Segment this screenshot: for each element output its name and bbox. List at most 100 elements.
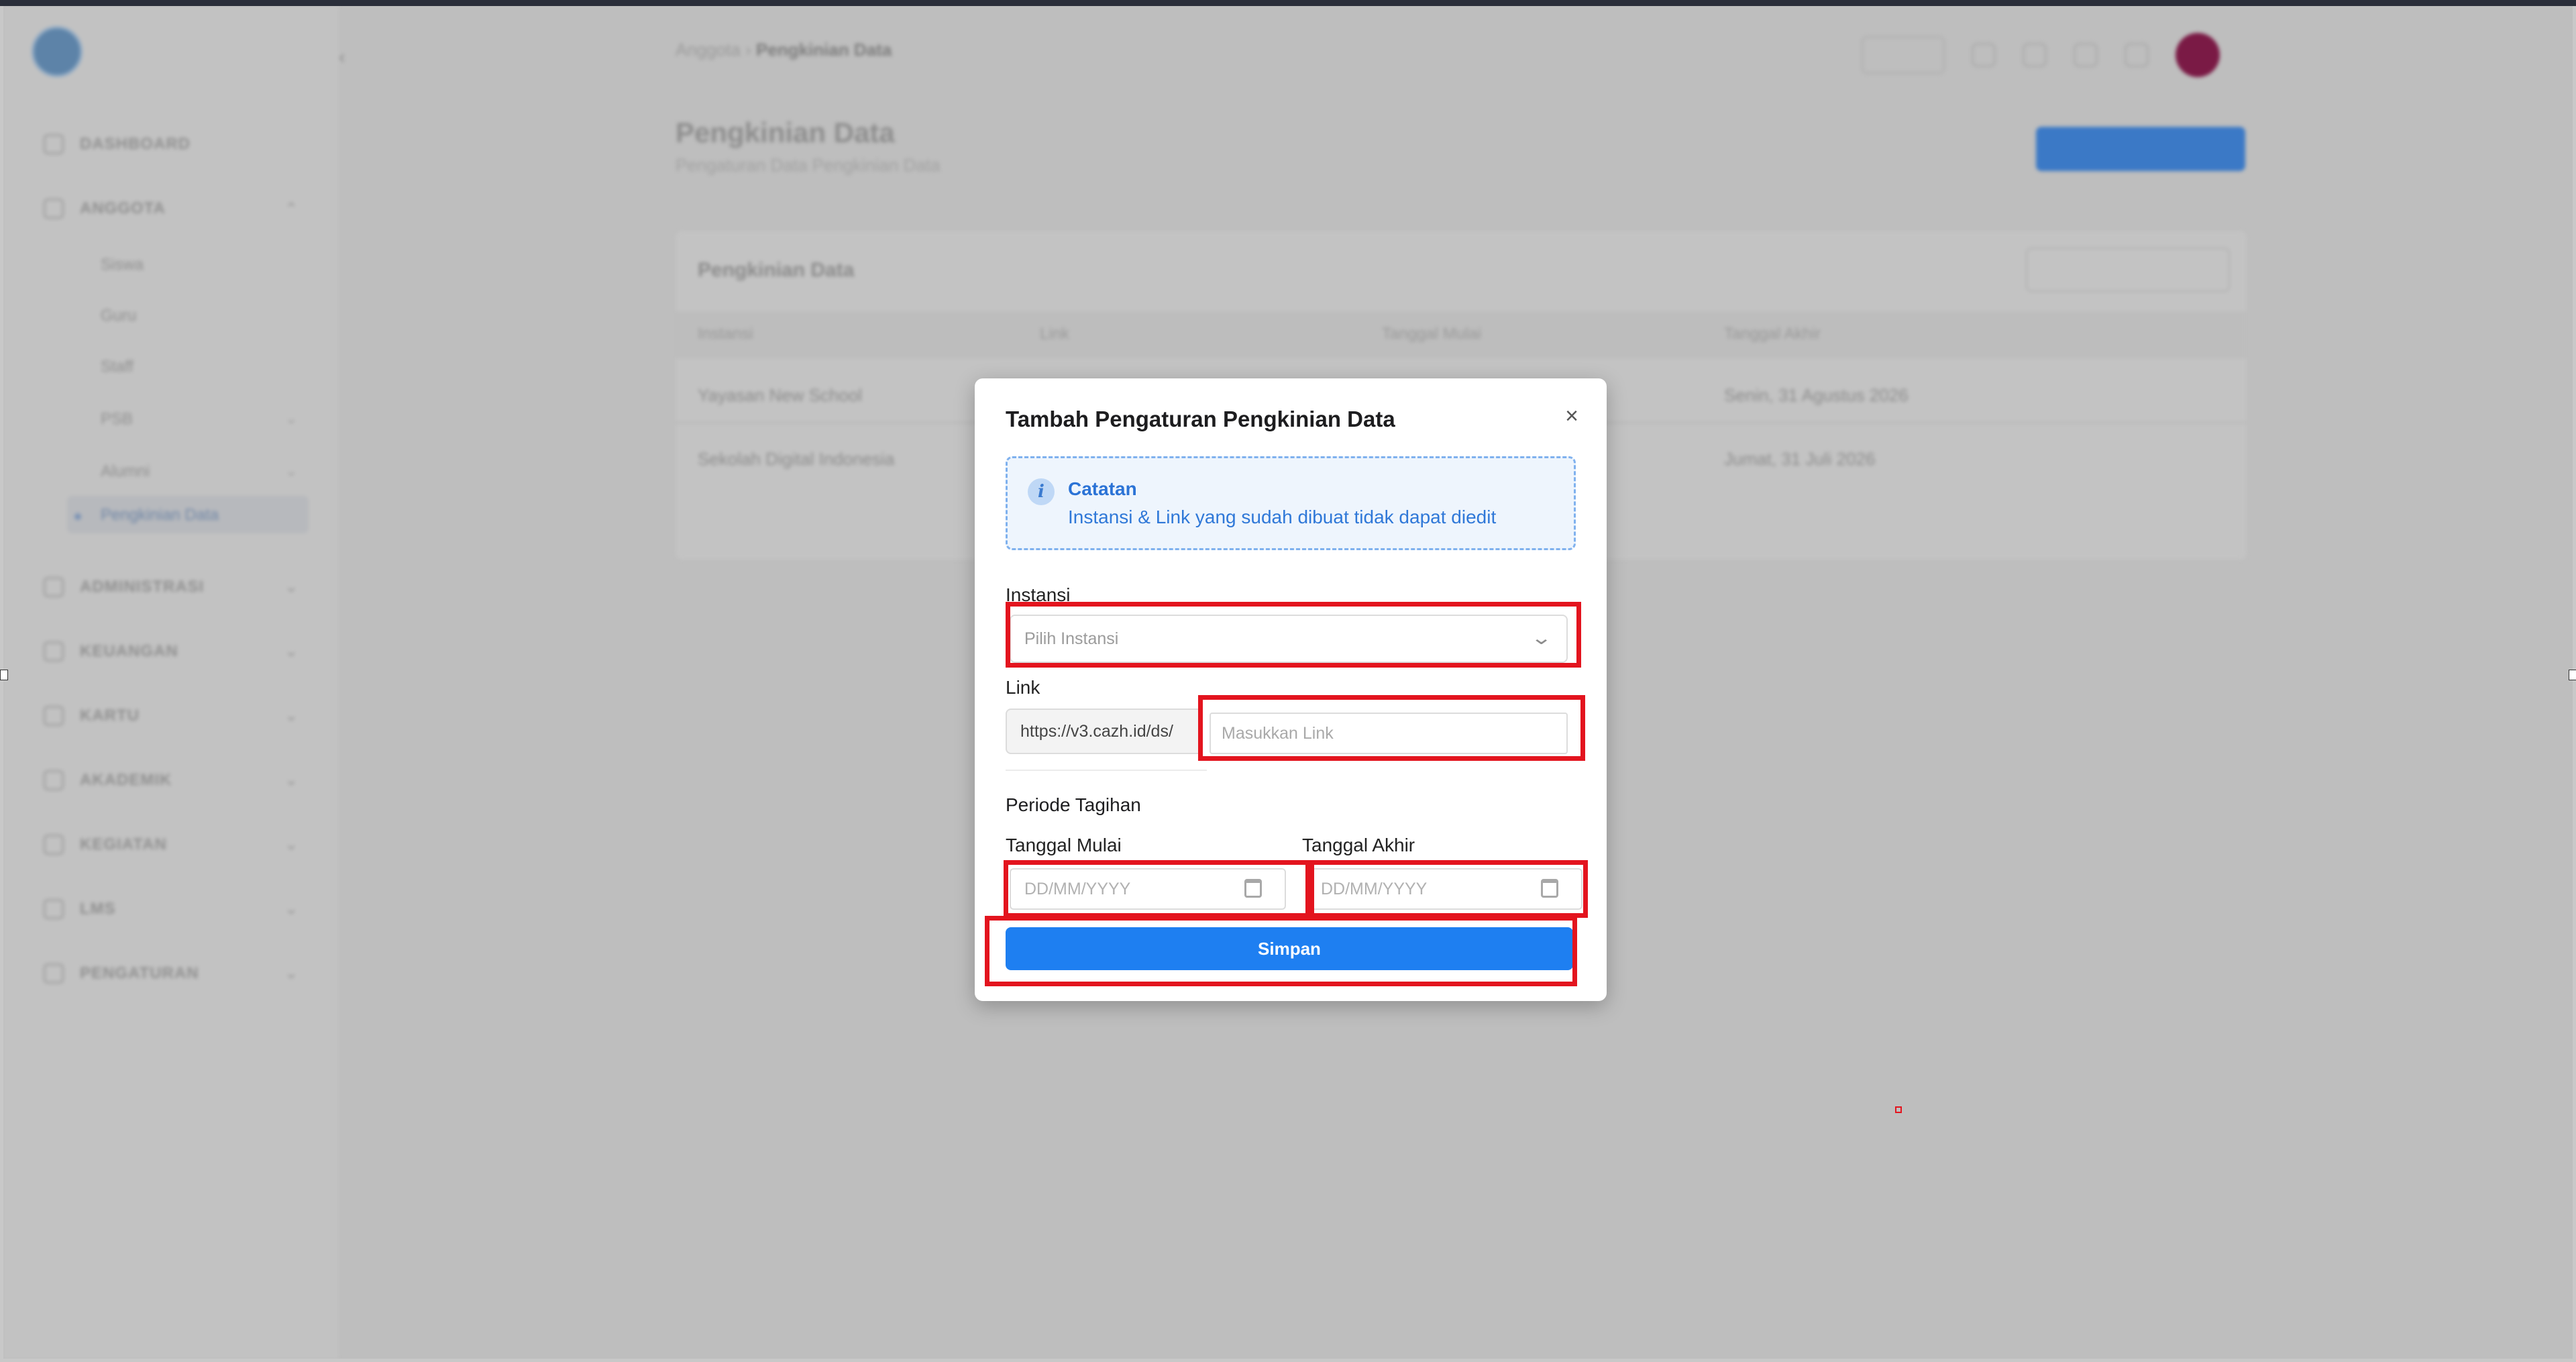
card-title: Pengkinian Data <box>698 259 855 281</box>
chevron-down-icon: ⌄ <box>285 772 299 788</box>
table-cell-tanggal-akhir: Jumat, 31 Juli 2026 <box>1724 449 1876 469</box>
column-header-tanggal-akhir[interactable]: Tanggal Akhir <box>1724 325 1821 344</box>
gear-icon <box>44 963 64 984</box>
sidebar-subitem-siswa[interactable]: Siswa <box>101 256 144 274</box>
link-label: Link <box>1006 677 1040 698</box>
sidebar-subitem-staff[interactable]: Staff <box>101 358 133 376</box>
sidebar-item-label: ADMINISTRASI <box>80 578 205 596</box>
chat-icon[interactable] <box>2125 43 2149 67</box>
instansi-label: Instansi <box>1006 584 1071 605</box>
sidebar-subitem-pengkinian-data[interactable]: Pengkinian Data <box>101 506 219 525</box>
avatar[interactable] <box>2176 33 2220 77</box>
page-title: Pengkinian Data <box>676 117 895 148</box>
sidebar-item-label: KEGIATAN <box>80 835 167 853</box>
window-frame <box>0 0 2576 6</box>
column-header-link[interactable]: Link <box>1040 325 1069 344</box>
note-title: Catatan <box>1068 478 1137 499</box>
search-icon[interactable] <box>1972 43 1996 67</box>
sidebar-item-label: Alumni <box>101 462 150 480</box>
page-subtitle: Pengaturan Data Pengkinian Data <box>676 155 941 175</box>
breadcrumb-parent[interactable]: Anggota <box>676 40 741 60</box>
sidebar-item-label: KEUANGAN <box>80 642 178 660</box>
sidebar-item-label: PENGATURAN <box>80 964 199 982</box>
instansi-placeholder: Pilih Instansi <box>1024 629 1119 648</box>
table-cell-instansi: Yayasan New School <box>698 385 863 405</box>
sidebar: DASHBOARD ANGGOTA ⌃ Siswa Guru Staff PSB… <box>3 6 339 1359</box>
breadcrumb-current: Pengkinian Data <box>756 40 892 60</box>
link-prefix-text: https://v3.cazh.id/ds/ <box>1020 722 1173 741</box>
calendar-icon[interactable] <box>1244 879 1262 898</box>
start-date-field[interactable] <box>1010 868 1286 910</box>
topbar-actions <box>1862 33 2220 77</box>
chevron-down-icon: ⌄ <box>285 462 298 479</box>
sidebar-item-administrasi[interactable]: ADMINISTRASI ⌄ <box>44 574 297 600</box>
end-date-label: Tanggal Akhir <box>1302 835 1415 855</box>
sidebar-subitem-alumni[interactable]: Alumni ⌄ <box>101 462 297 481</box>
save-button[interactable]: Simpan <box>1006 927 1573 970</box>
active-dot-icon <box>74 513 81 520</box>
inbox-icon[interactable] <box>2074 43 2098 67</box>
table-search-input[interactable] <box>2026 248 2230 292</box>
sidebar-item-label: ANGGOTA <box>80 199 166 217</box>
chevron-down-icon: ⌄ <box>285 707 299 724</box>
column-header-tanggal-mulai[interactable]: Tanggal Mulai <box>1382 325 1481 344</box>
sidebar-item-kartu[interactable]: KARTU ⌄ <box>44 702 297 729</box>
close-icon[interactable]: × <box>1558 403 1585 429</box>
chevron-down-icon: ⌄ <box>285 836 299 853</box>
card-icon <box>44 706 64 726</box>
sidebar-item-pengaturan[interactable]: PENGATURAN ⌄ <box>44 960 297 987</box>
sidebar-item-akademik[interactable]: AKADEMIK ⌄ <box>44 767 297 794</box>
sidebar-item-label: AKADEMIK <box>80 771 172 789</box>
add-setting-button[interactable] <box>2036 127 2245 171</box>
resize-handle-right[interactable] <box>2569 670 2576 680</box>
sidebar-item-label: DASHBOARD <box>80 135 191 153</box>
link-input[interactable] <box>1210 713 1568 754</box>
app-window: DASHBOARD ANGGOTA ⌃ Siswa Guru Staff PSB… <box>3 6 2573 1359</box>
users-icon <box>44 199 64 219</box>
sidebar-subitem-psb[interactable]: PSB ⌄ <box>101 410 297 429</box>
bell-icon[interactable] <box>2023 43 2047 67</box>
dashboard-icon <box>44 134 64 154</box>
table-cell-instansi: Sekolah Digital Indonesia <box>698 449 895 469</box>
chevron-down-icon: ⌄ <box>285 900 299 917</box>
chevron-down-icon: ⌄ <box>285 643 299 660</box>
calendar-icon[interactable] <box>1541 879 1558 898</box>
app-logo <box>32 26 83 77</box>
modal-title: Tambah Pengaturan Pengkinian Data <box>1006 407 1395 431</box>
language-select[interactable] <box>1862 36 1945 74</box>
cursor-marker <box>1895 1106 1902 1113</box>
instansi-select[interactable]: Pilih Instansi ⌄ <box>1010 615 1568 663</box>
activity-icon <box>44 835 64 855</box>
column-header-instansi[interactable]: Instansi <box>698 325 753 344</box>
periode-title: Periode Tagihan <box>1006 794 1141 815</box>
wallet-icon <box>44 641 64 662</box>
end-date-field[interactable] <box>1306 868 1582 910</box>
sidebar-item-lms[interactable]: LMS ⌄ <box>44 896 297 923</box>
sidebar-item-label: KARTU <box>80 706 140 725</box>
chevron-down-icon: ⌄ <box>1529 627 1552 648</box>
collapse-sidebar-icon[interactable]: ‹ <box>339 46 345 68</box>
link-prefix: https://v3.cazh.id/ds/ <box>1006 709 1200 754</box>
sidebar-item-anggota[interactable]: ANGGOTA ⌃ <box>44 195 297 222</box>
end-date-input[interactable] <box>1307 870 1556 908</box>
chevron-up-icon: ⌃ <box>285 200 299 217</box>
sidebar-subitem-guru[interactable]: Guru <box>101 307 136 325</box>
document-icon <box>44 577 64 597</box>
add-setting-modal: Tambah Pengaturan Pengkinian Data × i Ca… <box>975 378 1607 1001</box>
note-text: Instansi & Link yang sudah dibuat tidak … <box>1068 507 1497 527</box>
sidebar-item-kegiatan[interactable]: KEGIATAN ⌄ <box>44 831 297 858</box>
sidebar-item-dashboard[interactable]: DASHBOARD <box>44 131 191 158</box>
sidebar-item-label: PSB <box>101 410 133 428</box>
info-icon: i <box>1028 478 1055 505</box>
start-date-input[interactable] <box>1011 870 1259 908</box>
start-date-label: Tanggal Mulai <box>1006 835 1122 855</box>
divider <box>1006 770 1207 771</box>
note-box: i Catatan Instansi & Link yang sudah dib… <box>1006 456 1576 550</box>
sidebar-item-keuangan[interactable]: KEUANGAN ⌄ <box>44 638 297 665</box>
chevron-down-icon: ⌄ <box>285 578 299 595</box>
resize-handle-left[interactable] <box>0 670 8 680</box>
monitor-icon <box>44 899 64 919</box>
breadcrumb: Anggota › Pengkinian Data <box>676 40 892 60</box>
chevron-down-icon: ⌄ <box>285 410 298 427</box>
chevron-down-icon: ⌄ <box>285 965 299 982</box>
